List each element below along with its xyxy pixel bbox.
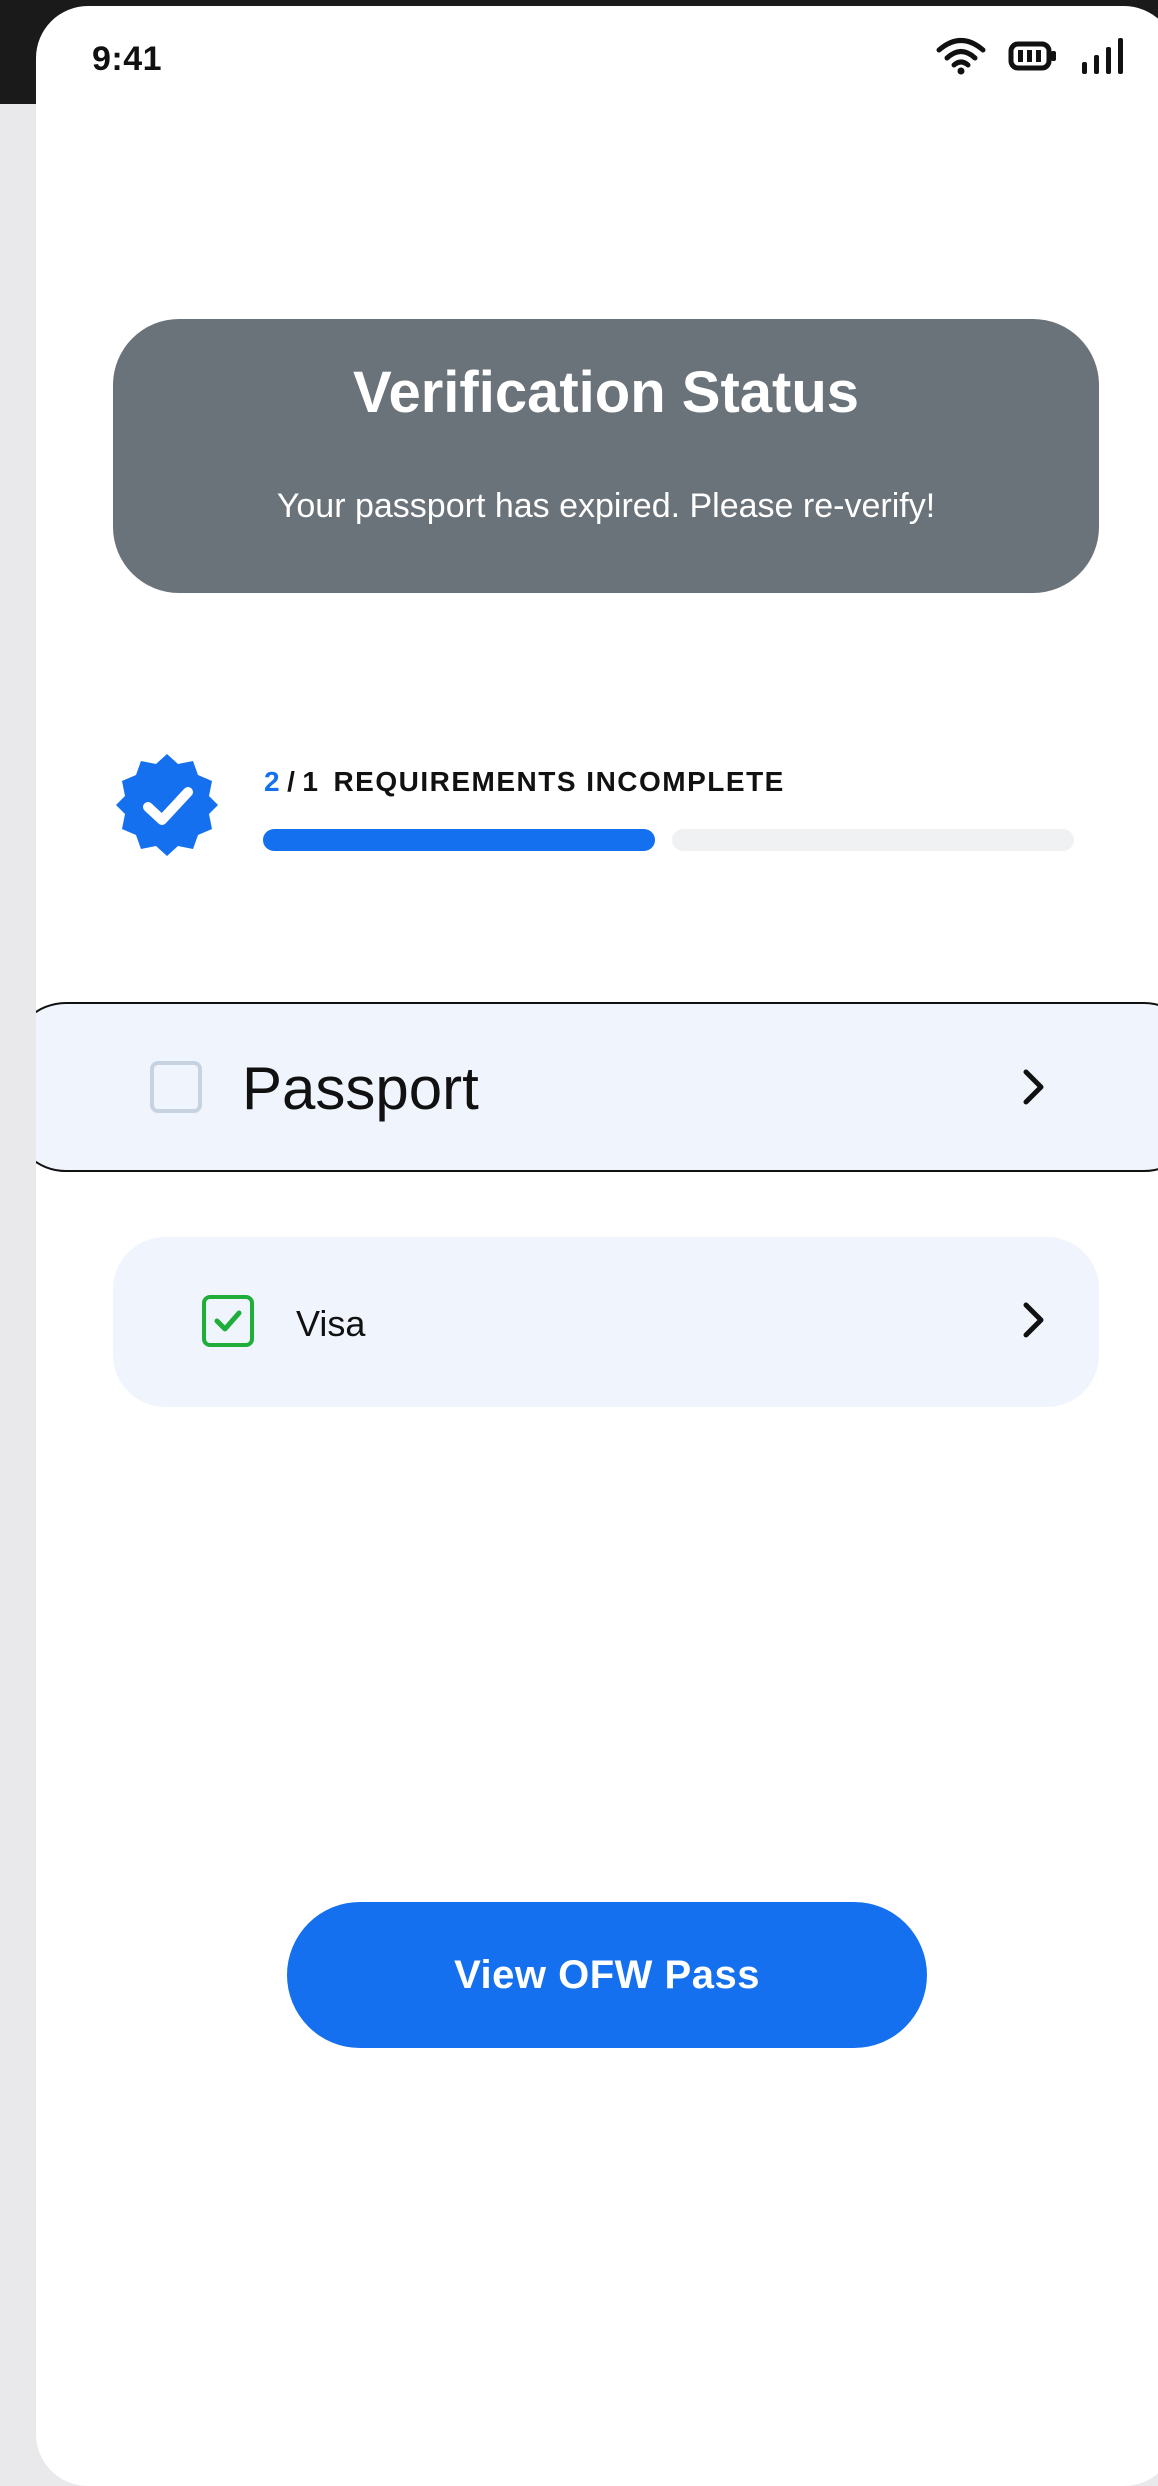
progress-separator: / [287,766,297,797]
progress-segment-empty [672,829,1074,851]
progress-summary: 2/1 REQUIREMENTS INCOMPLETE [264,766,785,798]
requirement-passport[interactable]: Passport [36,1002,1158,1172]
status-icons [936,36,1126,76]
wifi-icon [936,37,986,75]
chevron-right-icon [1022,1068,1046,1106]
progress-label: REQUIREMENTS INCOMPLETE [333,766,785,797]
progress-completed-count: 2 [264,766,282,797]
visa-checkbox[interactable] [202,1295,254,1347]
requirement-label: Passport [242,1055,479,1122]
progress-total-count: 1 [302,766,320,797]
passport-checkbox[interactable] [150,1061,202,1113]
requirement-visa[interactable]: Visa [113,1237,1099,1407]
view-ofw-pass-button[interactable]: View OFW Pass [287,1902,927,2048]
banner-title: Verification Status [352,360,860,425]
banner-message: Your passport has expired. Please re-ver… [276,487,936,525]
battery-icon [1008,40,1058,72]
phone-screen: 9:41 Verification Status Your passport h… [36,6,1158,2486]
requirement-label: Visa [296,1303,366,1344]
signal-icon [1080,36,1126,76]
progress-segment-filled [263,829,655,851]
verification-status-banner: Verification Status Your passport has ex… [113,319,1099,593]
status-time: 9:41 [92,40,163,78]
verified-badge-icon [112,750,222,860]
chevron-right-icon [1022,1301,1046,1339]
